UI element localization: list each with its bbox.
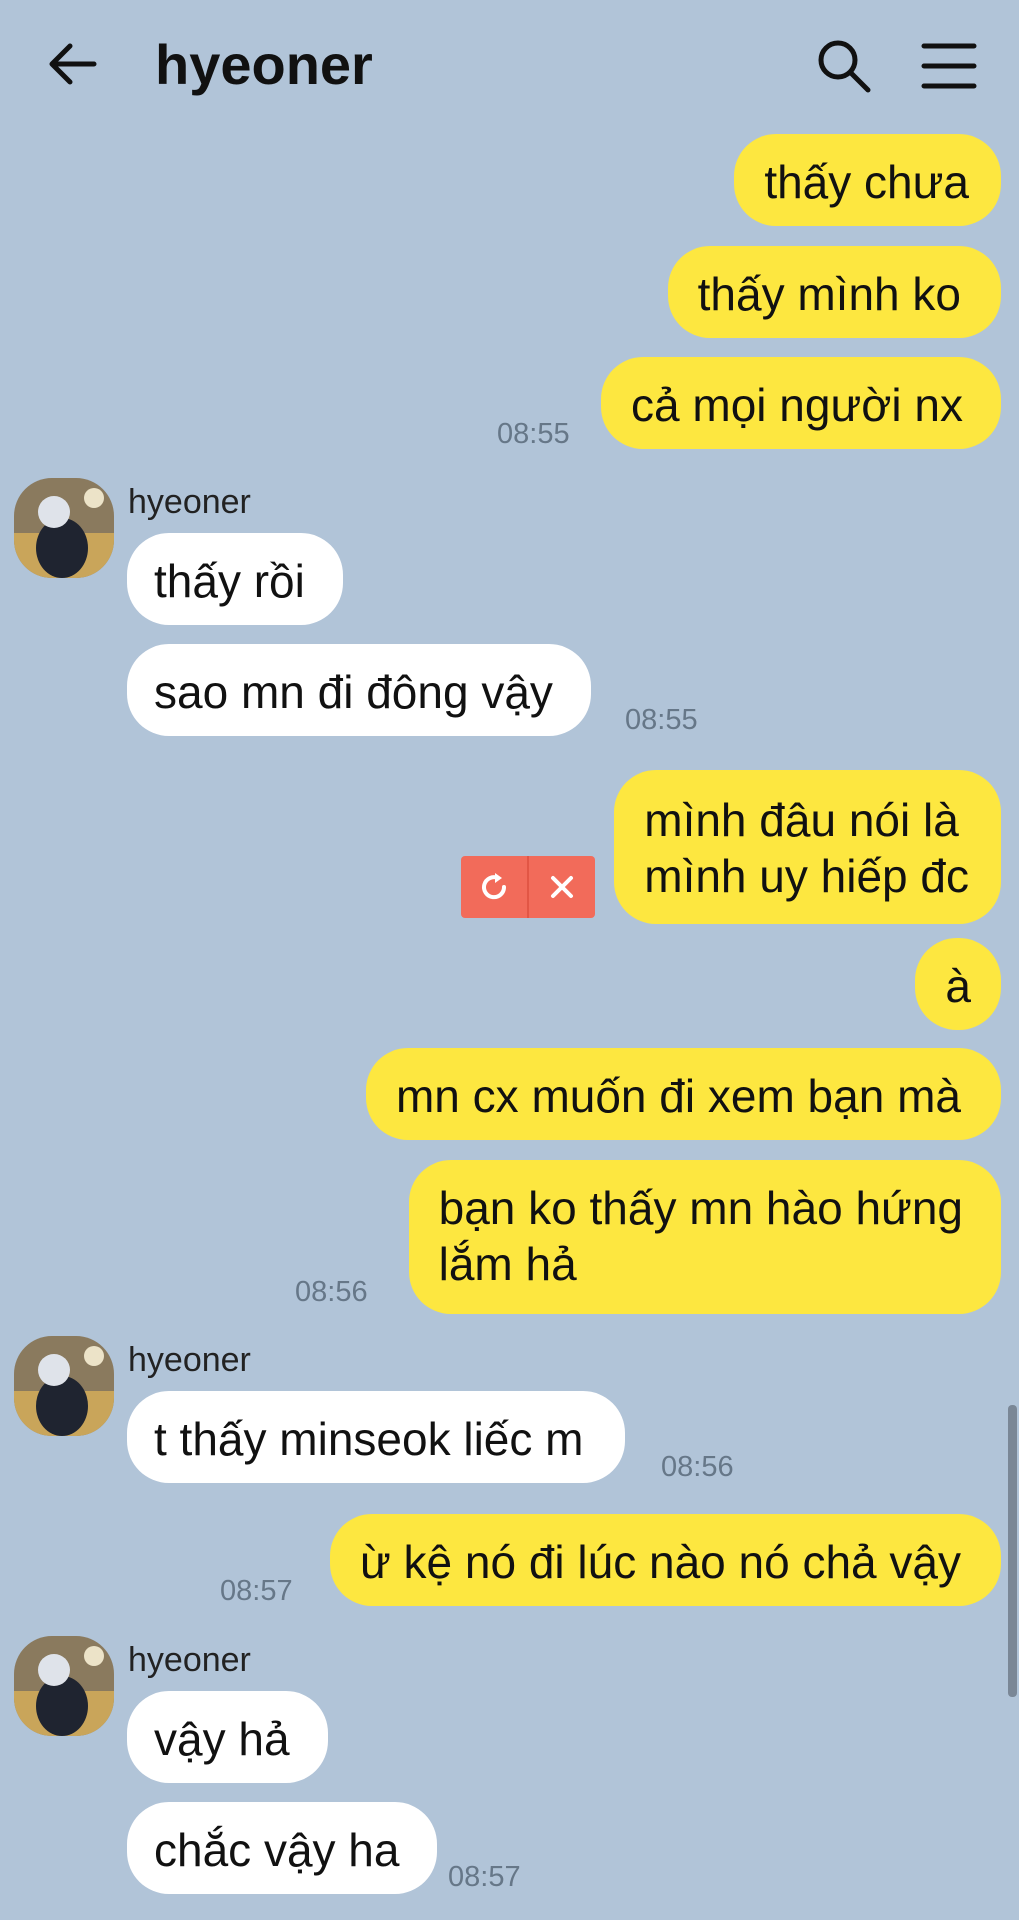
sent-message[interactable]: thấy chưa: [734, 134, 1001, 226]
received-message[interactable]: vậy hả: [127, 1691, 328, 1783]
sent-message[interactable]: ừ kệ nó đi lúc nào nó chả vậy: [329, 1514, 1001, 1606]
message-timestamp: 08:57: [448, 1861, 521, 1893]
search-button[interactable]: [812, 34, 876, 98]
profile-photo: [14, 478, 114, 578]
sender-name: hyeoner: [128, 1641, 251, 1679]
message-timestamp: 08:55: [625, 704, 698, 736]
message-text: thấy rồi: [154, 555, 305, 607]
back-button[interactable]: [44, 34, 104, 94]
received-message[interactable]: sao mn đi đông vậy: [127, 644, 591, 736]
message-timestamp: 08:57: [220, 1575, 293, 1607]
message-timestamp: 08:56: [295, 1276, 368, 1308]
arrow-left-icon: [49, 43, 97, 85]
sent-message[interactable]: mn cx muốn đi xem bạn mà: [365, 1048, 1001, 1140]
message-text: ừ kệ nó đi lúc nào nó chả vậy: [359, 1536, 961, 1588]
avatar[interactable]: [14, 1336, 114, 1436]
retry-button[interactable]: [461, 856, 527, 918]
sent-message[interactable]: mình đâu nói là mình uy hiếp đc: [614, 770, 1001, 924]
sent-message[interactable]: cả mọi người nx: [601, 357, 1001, 449]
profile-photo: [14, 1636, 114, 1736]
message-text: cả mọi người nx: [631, 379, 963, 431]
received-message[interactable]: thấy rồi: [127, 533, 343, 625]
message-text: sao mn đi đông vậy: [154, 666, 553, 718]
profile-photo: [14, 1336, 114, 1436]
sent-message[interactable]: thấy mình ko: [667, 246, 1001, 338]
chat-title: hyeoner: [155, 33, 373, 96]
menu-button[interactable]: [916, 34, 980, 98]
message-text: thấy chưa: [764, 156, 969, 208]
search-icon: [818, 40, 871, 93]
sender-name: hyeoner: [128, 1341, 251, 1379]
message-text: mn cx muốn đi xem bạn mà: [395, 1070, 961, 1122]
avatar[interactable]: [14, 478, 114, 578]
message-text: thấy mình ko: [697, 268, 961, 320]
avatar[interactable]: [14, 1636, 114, 1736]
message-timestamp: 08:56: [661, 1451, 734, 1483]
received-message[interactable]: t thấy minseok liếc m: [127, 1391, 626, 1483]
delete-button[interactable]: [529, 856, 595, 918]
close-icon: [550, 876, 573, 898]
message-text: vậy hả: [154, 1713, 290, 1765]
sender-name: hyeoner: [128, 483, 251, 521]
message-text: mình đâu nói là: [644, 794, 959, 846]
failed-send-actions: [461, 856, 595, 918]
message-text: mình uy hiếp đc: [644, 850, 969, 902]
sent-message[interactable]: bạn ko thấy mn hào hứng lắm hả: [408, 1160, 1001, 1314]
sent-message[interactable]: à: [915, 938, 1001, 1030]
message-timestamp: 08:55: [497, 418, 570, 450]
message-text: lắm hả: [438, 1238, 577, 1290]
retry-icon: [482, 873, 507, 900]
hamburger-menu-icon: [921, 43, 977, 89]
message-text: à: [945, 960, 971, 1012]
message-text: t thấy minseok liếc m: [154, 1413, 584, 1465]
scrollbar[interactable]: [1008, 1405, 1017, 1697]
chat-header: hyeoner: [0, 0, 1019, 130]
message-text: chắc vậy ha: [154, 1824, 400, 1876]
message-text: bạn ko thấy mn hào hứng: [438, 1182, 963, 1234]
received-message[interactable]: chắc vậy ha: [127, 1802, 438, 1894]
